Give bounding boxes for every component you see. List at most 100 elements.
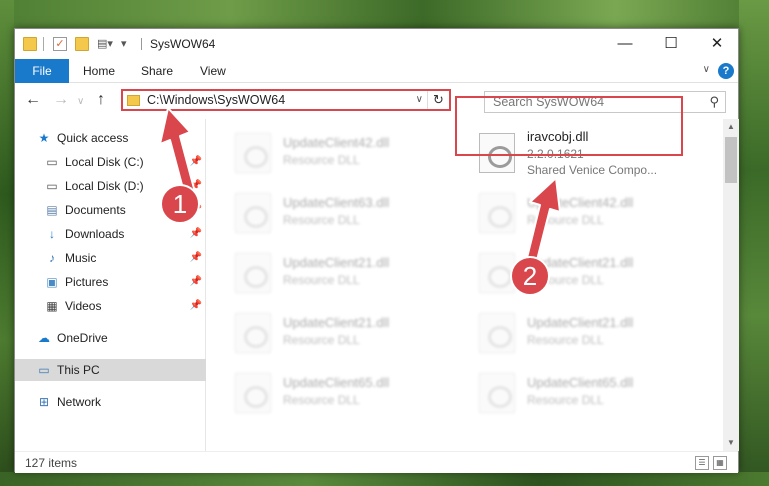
sidebar-item-local-disk-c[interactable]: ▭ Local Disk (C:) 📌 (15, 151, 206, 173)
list-item[interactable]: UpdateClient65.dll Resource DLL (471, 365, 701, 421)
help-icon[interactable]: ? (718, 63, 734, 79)
list-item[interactable]: UpdateClient42.dll Resource DLL (471, 185, 701, 241)
file-explorer-window: ✓ ▤▾ ▾ SysWOW64 — ☐ ✕ File Home Share Vi… (14, 28, 739, 473)
refresh-icon[interactable]: ↻ (427, 91, 449, 109)
pin-icon[interactable]: 📌 (190, 151, 202, 173)
list-item[interactable]: UpdateClient42.dll Resource DLL (227, 125, 457, 181)
file-name: UpdateClient63.dll (283, 195, 390, 210)
desktop-background-top (0, 0, 769, 28)
tab-home[interactable]: Home (83, 59, 115, 83)
file-name: UpdateClient42.dll (527, 195, 634, 210)
navigation-bar: ← → ∨ ↑ C:\Windows\SysWOW64 ∨ ↻ ⚲ (15, 83, 738, 119)
file-type: Resource DLL (527, 213, 604, 227)
file-type: Resource DLL (283, 213, 360, 227)
new-folder-icon[interactable] (75, 37, 89, 51)
tab-file[interactable]: File (15, 59, 69, 83)
pin-icon[interactable]: 📌 (190, 295, 202, 317)
address-dropdown-icon[interactable]: ∨ (416, 94, 423, 105)
file-name: UpdateClient21.dll (283, 315, 390, 330)
file-name: UpdateClient65.dll (283, 375, 390, 390)
window-title: SysWOW64 (150, 37, 216, 51)
network-icon: ⊞ (38, 395, 50, 409)
title-bar: ✓ ▤▾ ▾ SysWOW64 — ☐ ✕ (15, 29, 738, 59)
sidebar-item-label: Local Disk (C:) (65, 155, 144, 169)
list-item[interactable]: UpdateClient21.dll Resource DLL (227, 305, 457, 361)
file-list: UpdateClient42.dll Resource DLL UpdateCl… (207, 119, 723, 451)
pin-icon[interactable]: 📌 (190, 271, 202, 293)
scroll-up-icon[interactable]: ▲ (723, 119, 739, 135)
sidebar-item-onedrive[interactable]: ☁ OneDrive (15, 327, 206, 349)
forward-arrow-icon[interactable]: → (53, 91, 69, 109)
chevron-down-icon[interactable]: ▾ (121, 37, 135, 51)
file-type: Resource DLL (527, 333, 604, 347)
desktop-background-bottom (0, 472, 769, 486)
list-item[interactable]: UpdateClient65.dll Resource DLL (227, 365, 457, 421)
dll-file-icon (235, 373, 271, 413)
expand-ribbon-icon[interactable]: ∨ (703, 64, 710, 75)
sidebar-item-network[interactable]: ⊞ Network (15, 391, 206, 413)
dll-file-icon (479, 313, 515, 353)
ribbon-tabs: File Home Share View ∨ ? (15, 59, 738, 83)
close-button[interactable]: ✕ (694, 29, 740, 59)
back-arrow-icon[interactable]: ← (25, 91, 41, 109)
sidebar-item-videos[interactable]: ▦ Videos 📌 (15, 295, 206, 317)
quick-access-separator (43, 37, 44, 51)
properties-check-icon[interactable]: ✓ (53, 37, 67, 51)
search-box[interactable]: ⚲ (484, 91, 726, 113)
dll-file-icon (479, 193, 515, 233)
search-input[interactable] (493, 94, 703, 110)
download-icon: ↓ (49, 227, 55, 241)
file-name: UpdateClient65.dll (527, 375, 634, 390)
step-badge-1: 1 (160, 184, 200, 224)
file-type: Resource DLL (283, 393, 360, 407)
sidebar-item-music[interactable]: ♪ Music 📌 (15, 247, 206, 269)
sidebar-item-label: Music (65, 251, 97, 265)
tab-view[interactable]: View (200, 59, 226, 83)
address-path[interactable]: C:\Windows\SysWOW64 (147, 93, 285, 107)
dll-file-icon (479, 373, 515, 413)
large-icons-view-icon[interactable]: ▦ (713, 456, 727, 470)
file-name: UpdateClient42.dll (283, 135, 390, 150)
sidebar-item-label: Pictures (65, 275, 109, 289)
file-type: Resource DLL (283, 333, 360, 347)
customize-toolbar-icon[interactable]: ▤▾ (97, 37, 113, 51)
dll-file-icon (235, 193, 271, 233)
list-item[interactable]: UpdateClient21.dll Resource DLL (227, 245, 457, 301)
sidebar-item-label: OneDrive (57, 331, 108, 345)
cloud-icon: ☁ (38, 331, 50, 345)
sidebar-item-downloads[interactable]: ↓ Downloads 📌 (15, 223, 206, 245)
file-type: Resource DLL (283, 273, 360, 287)
pin-icon[interactable]: 📌 (190, 247, 202, 269)
sidebar-item-this-pc[interactable]: ▭ This PC (15, 359, 206, 381)
sidebar-item-label: This PC (57, 363, 100, 377)
search-icon: ⚲ (709, 94, 719, 109)
tab-share[interactable]: Share (141, 59, 173, 83)
list-item[interactable]: UpdateClient63.dll Resource DLL (227, 185, 457, 241)
file-name: UpdateClient21.dll (527, 315, 634, 330)
music-icon: ♪ (49, 251, 55, 265)
videos-icon: ▦ (46, 299, 58, 313)
details-view-icon[interactable]: ☰ (695, 456, 709, 470)
file-name: UpdateClient21.dll (283, 255, 390, 270)
scrollbar-thumb[interactable] (725, 137, 737, 183)
drive-icon: ▭ (46, 179, 58, 193)
sidebar-item-pictures[interactable]: ▣ Pictures 📌 (15, 271, 206, 293)
file-type: Resource DLL (527, 393, 604, 407)
maximize-button[interactable]: ☐ (648, 29, 694, 59)
list-item[interactable]: UpdateClient21.dll Resource DLL (471, 245, 701, 301)
recent-locations-icon[interactable]: ∨ (77, 93, 84, 111)
scroll-down-icon[interactable]: ▼ (723, 435, 739, 451)
item-count: 127 items (25, 456, 78, 470)
list-item[interactable]: UpdateClient21.dll Resource DLL (471, 305, 701, 361)
desktop-background-right (739, 0, 769, 486)
vertical-scrollbar[interactable]: ▲ ▼ (723, 119, 739, 451)
folder-icon (23, 37, 37, 51)
computer-icon: ▭ (38, 363, 50, 377)
up-arrow-icon[interactable]: ↑ (97, 91, 105, 109)
sidebar-item-quick-access[interactable]: ★ Quick access (15, 127, 206, 149)
status-bar: 127 items ☰ ▦ (15, 451, 738, 473)
pin-icon[interactable]: 📌 (190, 223, 202, 245)
address-bar[interactable]: C:\Windows\SysWOW64 ∨ ↻ (121, 89, 451, 111)
highlighted-file-iravcobj[interactable]: iravcobj.dll 2.2.0.1621 Shared Venice Co… (471, 125, 701, 181)
minimize-button[interactable]: — (602, 29, 648, 59)
